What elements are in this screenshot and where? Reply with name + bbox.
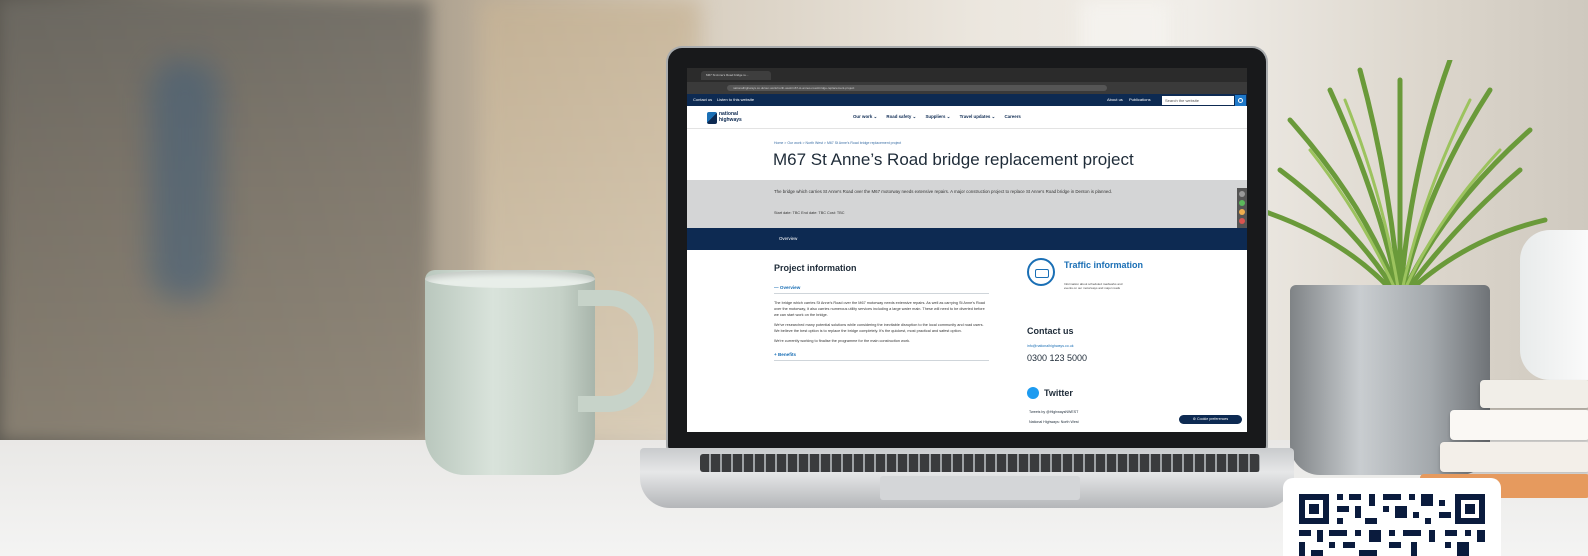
twitter-heading: Twitter	[1044, 388, 1073, 398]
twitter-icon	[1027, 387, 1039, 399]
site-header: national highways Our work ⌄ Road safety…	[687, 106, 1247, 129]
tweets-by-label[interactable]: Tweets by @HighwaysNWEST	[1029, 410, 1079, 414]
logo-line-2: highways	[719, 117, 742, 123]
traffic-info-link[interactable]: Traffic information	[1064, 260, 1144, 270]
qr-code-pattern	[1299, 494, 1485, 556]
feedback-dot-icon	[1239, 209, 1245, 215]
project-heading: Project information	[774, 263, 857, 273]
nav-travel-updates[interactable]: Travel updates ⌄	[960, 114, 996, 119]
browser-toolbar: nationalhighways.co.uk/our-work/north-we…	[687, 82, 1247, 94]
qr-code	[1283, 478, 1501, 556]
search-input[interactable]: Search the website	[1162, 96, 1234, 105]
feedback-dot-icon	[1239, 200, 1245, 206]
logo-mark-icon	[707, 112, 717, 124]
background-blur-blue	[150, 60, 220, 300]
listen-link[interactable]: Listen to this website	[717, 97, 754, 102]
tab-bar: Overview	[687, 228, 1247, 250]
white-cup	[1520, 230, 1588, 380]
summary-text: The bridge which carries St Anne's Road …	[774, 189, 1112, 194]
project-dates: Start date: TBC End date: TBC Cost: TBC	[774, 211, 845, 215]
traffic-info-description: Information about scheduled roadworks an…	[1064, 282, 1123, 290]
nav-road-safety[interactable]: Road safety ⌄	[886, 114, 916, 119]
overview-paragraph: We're currently working to finalise the …	[774, 339, 911, 343]
national-highways-logo[interactable]: national highways	[707, 110, 767, 126]
overview-paragraph: We've researched many potential solution…	[774, 323, 984, 333]
tab-overview[interactable]: Overview	[779, 236, 797, 241]
contact-link[interactable]: Contact us	[693, 97, 712, 102]
tweet-author[interactable]: National Highways: North West	[1029, 420, 1079, 424]
summary-banner: The bridge which carries St Anne's Road …	[687, 180, 1247, 228]
nav-suppliers[interactable]: Suppliers ⌄	[925, 114, 950, 119]
twitter-feed: Tweets by @HighwaysNWEST National Highwa…	[1029, 410, 1079, 424]
cookie-preferences-button[interactable]: ⚙ Cookie preferences	[1179, 415, 1242, 424]
mug-handle	[578, 290, 654, 412]
breadcrumb[interactable]: Home > Our work > North West > M67 St An…	[774, 141, 901, 145]
coffee-mug	[425, 270, 595, 475]
contact-email-link[interactable]: info@nationalhighways.co.uk	[1027, 344, 1074, 348]
accordion-benefits[interactable]: + Benefits	[774, 352, 989, 361]
nav-our-work[interactable]: Our work ⌄	[853, 114, 877, 119]
book	[1440, 442, 1588, 472]
book	[1480, 380, 1588, 408]
main-content: Project information — Overview The bridg…	[774, 263, 989, 367]
accordion-overview[interactable]: — Overview	[774, 285, 989, 294]
feedback-dot-icon	[1239, 218, 1245, 224]
plant-leaves	[1257, 60, 1548, 300]
contact-heading: Contact us	[1027, 326, 1074, 336]
browser-tab-strip: M67 St Anne's Road bridge re...	[687, 68, 1247, 82]
overview-paragraph: The bridge which carries St Anne's Road …	[774, 301, 986, 317]
traffic-car-icon[interactable]	[1027, 258, 1055, 286]
about-link[interactable]: About us	[1107, 97, 1123, 102]
page-title: M67 St Anne’s Road bridge replacement pr…	[773, 150, 1134, 169]
feedback-dot-icon	[1239, 191, 1245, 197]
logo-wordmark: national highways	[719, 111, 742, 123]
publications-link[interactable]: Publications	[1129, 97, 1151, 102]
book	[1450, 410, 1588, 440]
laptop-screen: M67 St Anne's Road bridge re... national…	[687, 68, 1247, 432]
laptop-keyboard	[700, 454, 1260, 472]
nav-careers[interactable]: Careers	[1004, 114, 1020, 119]
photo-background: M67 St Anne's Road bridge re... national…	[0, 0, 1588, 556]
contact-phone: 0300 123 5000	[1027, 353, 1088, 363]
laptop-trackpad	[880, 476, 1080, 500]
address-bar[interactable]: nationalhighways.co.uk/our-work/north-we…	[727, 85, 1107, 91]
search-icon[interactable]	[1235, 95, 1246, 106]
browser-tab[interactable]: M67 St Anne's Road bridge re...	[701, 71, 771, 80]
main-nav: Our work ⌄ Road safety ⌄ Suppliers ⌄ Tra…	[853, 114, 1029, 120]
utility-bar: Contact us Listen to this website About …	[687, 94, 1247, 106]
